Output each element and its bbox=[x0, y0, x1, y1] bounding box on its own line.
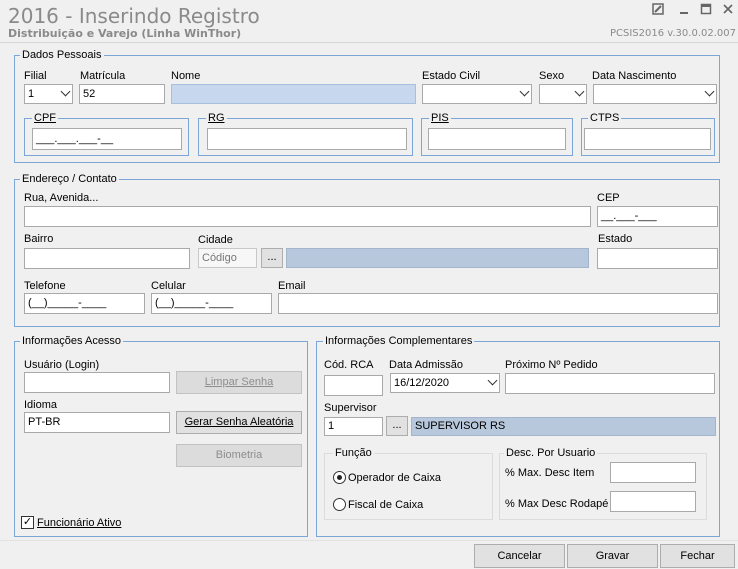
max-desc-item-label: % Max. Desc Item bbox=[505, 467, 595, 479]
window-subtitle: Distribuição e Varejo (Linha WinThor) bbox=[8, 27, 242, 40]
supervisor-search-button[interactable]: ... bbox=[386, 416, 408, 436]
chevron-down-icon bbox=[519, 86, 530, 97]
celular-input[interactable]: (__)_____-____ bbox=[151, 293, 272, 314]
cidade-nome-field bbox=[286, 248, 589, 268]
biometria-button[interactable]: Biometria bbox=[176, 444, 302, 467]
maximize-icon[interactable] bbox=[698, 3, 714, 19]
sexo-label: Sexo bbox=[539, 70, 565, 82]
max-desc-rodape-label: % Max Desc Rodapé bbox=[505, 498, 609, 510]
data-admissao-value: 16/12/2020 bbox=[394, 377, 450, 389]
gerar-senha-button[interactable]: Gerar Senha Aleatória bbox=[176, 411, 302, 434]
supervisor-code-input[interactable]: 1 bbox=[324, 417, 383, 436]
endereco-legend: Endereço / Contato bbox=[20, 173, 119, 185]
ctps-legend: CTPS bbox=[588, 112, 622, 124]
data-nascimento-label: Data Nascimento bbox=[592, 70, 677, 82]
estado-label: Estado bbox=[598, 233, 633, 245]
email-input[interactable] bbox=[278, 293, 718, 314]
usuario-label: Usuário (Login) bbox=[24, 359, 100, 371]
footer-divider bbox=[0, 540, 738, 541]
close-icon[interactable] bbox=[720, 3, 736, 19]
desc-usuario-legend: Desc. Por Usuario bbox=[504, 447, 598, 459]
proximo-pedido-input[interactable] bbox=[505, 373, 715, 394]
bairro-input[interactable] bbox=[24, 248, 190, 269]
cpf-legend: CPF bbox=[32, 112, 58, 124]
minimize-icon[interactable] bbox=[676, 3, 692, 19]
cidade-codigo-input[interactable]: Código bbox=[198, 248, 257, 268]
limpar-senha-button[interactable]: Limpar Senha bbox=[176, 371, 302, 394]
telefone-label: Telefone bbox=[24, 280, 66, 292]
limpar-senha-label: Limpar Senha bbox=[204, 376, 274, 388]
nome-input[interactable] bbox=[171, 84, 416, 104]
supervisor-label: Supervisor bbox=[324, 402, 377, 414]
sexo-select[interactable] bbox=[539, 84, 587, 104]
close-button[interactable]: Fechar bbox=[660, 544, 735, 568]
cod-rca-label: Cód. RCA bbox=[324, 359, 374, 371]
idioma-input[interactable]: PT-BR bbox=[24, 412, 170, 433]
nome-label: Nome bbox=[171, 70, 201, 82]
telefone-input[interactable]: (__)_____-____ bbox=[24, 293, 145, 314]
estado-input[interactable] bbox=[597, 248, 718, 269]
supervisor-name-field: SUPERVISOR RS bbox=[411, 417, 716, 436]
data-admissao-label: Data Admissão bbox=[389, 359, 463, 371]
pis-legend: PIS bbox=[429, 112, 451, 124]
data-admissao-select[interactable]: 16/12/2020 bbox=[390, 373, 500, 393]
filial-label: Filial bbox=[24, 70, 47, 82]
funcionario-ativo-label: Funcionário Ativo bbox=[37, 517, 121, 529]
version-label: PCSIS2016 v.30.0.02.007 bbox=[609, 28, 736, 39]
matricula-label: Matrícula bbox=[80, 70, 126, 82]
acesso-legend: Informações Acesso bbox=[20, 335, 124, 347]
max-desc-item-input[interactable] bbox=[610, 462, 696, 483]
max-desc-rodape-input[interactable] bbox=[610, 491, 696, 512]
cidade-label: Cidade bbox=[198, 234, 233, 246]
data-nascimento-select[interactable] bbox=[593, 84, 717, 104]
estado-civil-select[interactable] bbox=[422, 84, 532, 104]
ctps-input[interactable] bbox=[584, 128, 711, 150]
rg-legend: RG bbox=[206, 112, 227, 124]
funcionario-ativo-text: Funcionário Ativo bbox=[37, 517, 122, 529]
chevron-down-icon bbox=[704, 86, 715, 97]
rua-input[interactable] bbox=[24, 206, 591, 227]
fiscal-caixa-label: Fiscal de Caixa bbox=[348, 499, 424, 511]
filial-select[interactable]: 1 bbox=[24, 84, 73, 104]
pis-input[interactable] bbox=[428, 128, 566, 150]
chevron-down-icon bbox=[487, 375, 498, 386]
dados-pessoais-legend: Dados Pessoais bbox=[20, 49, 104, 61]
celular-label: Celular bbox=[151, 280, 186, 292]
cep-input[interactable]: __.___-___ bbox=[597, 206, 718, 227]
chevron-down-icon bbox=[60, 86, 71, 97]
cidade-search-button[interactable]: ... bbox=[261, 248, 283, 268]
usuario-input[interactable] bbox=[24, 372, 170, 393]
cancel-button[interactable]: Cancelar bbox=[474, 544, 565, 568]
fiscal-caixa-radio[interactable] bbox=[333, 498, 346, 511]
filial-value: 1 bbox=[28, 88, 35, 100]
window-title: 2016 - Inserindo Registro bbox=[8, 4, 260, 28]
funcionario-ativo-checkbox[interactable]: ✓ bbox=[21, 516, 34, 529]
chevron-down-icon bbox=[574, 86, 585, 97]
edit-icon[interactable] bbox=[650, 3, 666, 19]
funcao-legend: Função bbox=[333, 447, 374, 459]
proximo-pedido-label: Próximo Nº Pedido bbox=[505, 359, 598, 371]
operador-caixa-radio[interactable] bbox=[333, 471, 346, 484]
bairro-label: Bairro bbox=[24, 233, 54, 245]
matricula-input[interactable]: 52 bbox=[79, 84, 165, 104]
save-button[interactable]: Gravar bbox=[567, 544, 658, 568]
cpf-input[interactable]: ___.___.___-__ bbox=[32, 128, 182, 150]
rg-input[interactable] bbox=[207, 128, 407, 150]
estado-civil-label: Estado Civil bbox=[422, 70, 481, 82]
cod-rca-input[interactable] bbox=[324, 375, 383, 396]
operador-caixa-label: Operador de Caixa bbox=[348, 472, 441, 484]
rua-label: Rua, Avenida... bbox=[24, 192, 99, 204]
cep-label: CEP bbox=[597, 192, 620, 204]
idioma-label: Idioma bbox=[24, 399, 58, 411]
title-divider bbox=[0, 42, 738, 43]
gerar-senha-label: Gerar Senha Aleatória bbox=[184, 416, 294, 428]
email-label: Email bbox=[278, 280, 306, 292]
complementares-legend: Informações Complementares bbox=[323, 335, 475, 347]
